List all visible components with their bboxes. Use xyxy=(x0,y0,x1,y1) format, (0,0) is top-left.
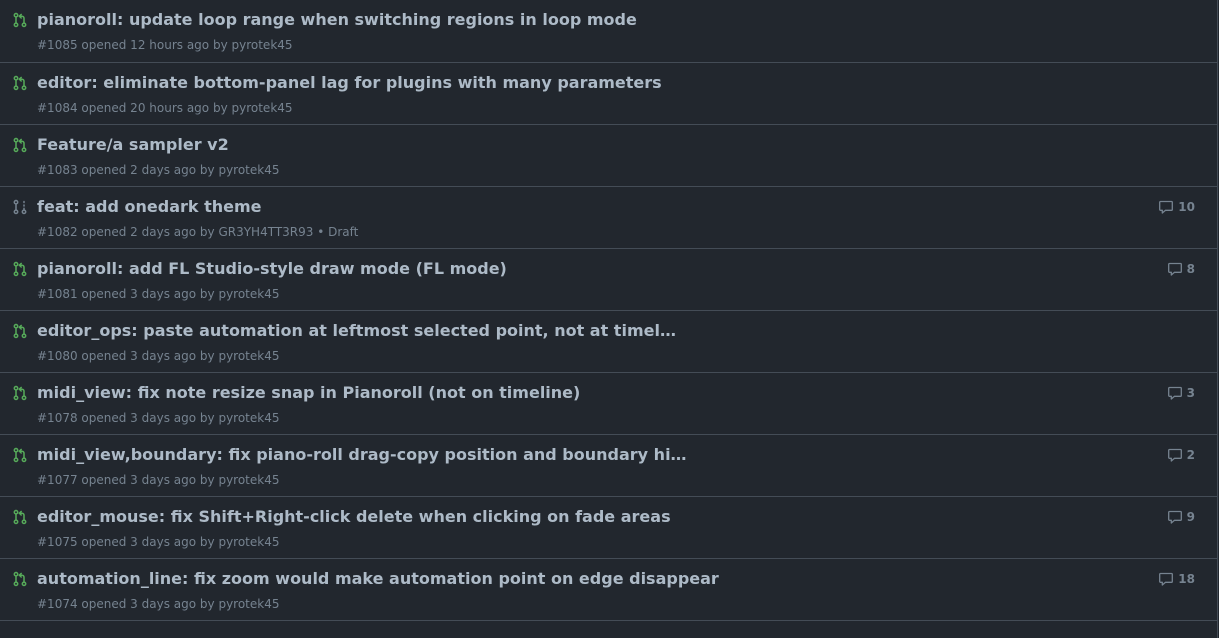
pull-request-row: pianoroll: add FL Studio-style draw mode… xyxy=(0,249,1217,311)
pull-request-title-link[interactable]: midi_view: fix note resize snap in Piano… xyxy=(37,381,580,405)
pull-request-row: Feature/a sampler v2 #1083 opened 2 days… xyxy=(0,125,1217,187)
pull-request-meta: #1082 opened 2 days ago by GR3YH4TT3R93 … xyxy=(37,223,358,241)
git-pull-request-icon xyxy=(12,137,28,153)
pull-request-row: automation_line: fix zoom would make aut… xyxy=(0,559,1217,621)
opened-text: opened 2 days ago by xyxy=(81,225,215,239)
pull-request-list: pianoroll: update loop range when switch… xyxy=(0,0,1218,638)
pull-request-meta: #1081 opened 3 days ago by pyrotek45 xyxy=(37,285,280,303)
pull-request-meta: #1077 opened 3 days ago by pyrotek45 xyxy=(37,471,280,489)
git-pull-request-icon xyxy=(12,12,28,28)
author-link[interactable]: GR3YH4TT3R93 xyxy=(218,225,313,239)
pull-request-number: #1077 xyxy=(37,473,78,487)
comment-icon xyxy=(1167,447,1183,463)
pull-request-title-link[interactable]: editor_ops: paste automation at leftmost… xyxy=(37,319,676,343)
git-pull-request-icon xyxy=(12,447,28,463)
pull-request-title-link[interactable]: Feature/a sampler v2 xyxy=(37,133,229,157)
pull-request-number: #1084 xyxy=(37,101,78,115)
pull-request-meta: #1083 opened 2 days ago by pyrotek45 xyxy=(37,161,280,179)
comment-icon xyxy=(1158,199,1174,215)
author-link[interactable]: pyrotek45 xyxy=(218,411,279,425)
pull-request-title-link[interactable]: feat: add onedark theme xyxy=(37,195,262,219)
pull-request-meta: #1085 opened 12 hours ago by pyrotek45 xyxy=(37,36,293,54)
pull-request-title-link[interactable]: editor_mouse: fix Shift+Right-click dele… xyxy=(37,505,671,529)
comment-icon xyxy=(1167,261,1183,277)
author-link[interactable]: pyrotek45 xyxy=(218,349,279,363)
comment-count-link[interactable]: 2 xyxy=(1167,447,1195,463)
comment-count: 8 xyxy=(1186,262,1195,276)
pull-request-title-link[interactable]: editor: eliminate bottom-panel lag for p… xyxy=(37,71,662,95)
pull-request-meta: #1078 opened 3 days ago by pyrotek45 xyxy=(37,409,280,427)
pull-request-row: editor_mouse: fix Shift+Right-click dele… xyxy=(0,497,1217,559)
comment-count: 10 xyxy=(1178,200,1195,214)
comment-count-link[interactable]: 3 xyxy=(1167,385,1195,401)
pull-request-number: #1075 xyxy=(37,535,78,549)
author-link[interactable]: pyrotek45 xyxy=(218,163,279,177)
comment-icon xyxy=(1167,385,1183,401)
author-link[interactable]: pyrotek45 xyxy=(232,38,293,52)
pull-request-title-link[interactable]: pianoroll: add FL Studio-style draw mode… xyxy=(37,257,507,281)
pull-request-number: #1081 xyxy=(37,287,78,301)
opened-text: opened 2 days ago by xyxy=(81,163,215,177)
pull-request-row: feat: add onedark theme #1082 opened 2 d… xyxy=(0,187,1217,249)
opened-text: opened 3 days ago by xyxy=(81,597,215,611)
author-link[interactable]: pyrotek45 xyxy=(218,535,279,549)
comment-count: 2 xyxy=(1186,448,1195,462)
comment-icon xyxy=(1167,509,1183,525)
opened-text: opened 3 days ago by xyxy=(81,287,215,301)
opened-text: opened 3 days ago by xyxy=(81,411,215,425)
author-link[interactable]: pyrotek45 xyxy=(218,597,279,611)
git-pull-request-icon xyxy=(12,323,28,339)
pull-request-title-link[interactable]: automation_line: fix zoom would make aut… xyxy=(37,567,719,591)
author-link[interactable]: pyrotek45 xyxy=(218,473,279,487)
pull-request-row: pianoroll: update loop range when switch… xyxy=(0,0,1217,63)
git-pull-request-icon xyxy=(12,571,28,587)
pull-request-meta: #1080 opened 3 days ago by pyrotek45 xyxy=(37,347,280,365)
comment-count-link[interactable]: 8 xyxy=(1167,261,1195,277)
pull-request-title-link[interactable]: pianoroll: update loop range when switch… xyxy=(37,8,637,32)
git-pull-request-icon xyxy=(12,75,28,91)
comment-count-link[interactable]: 18 xyxy=(1158,571,1195,587)
pull-request-meta: #1074 opened 3 days ago by pyrotek45 xyxy=(37,595,280,613)
comment-count: 3 xyxy=(1186,386,1195,400)
git-pull-request-draft-icon xyxy=(12,199,28,215)
pull-request-row: editor_ops: paste automation at leftmost… xyxy=(0,311,1217,373)
git-pull-request-icon xyxy=(12,261,28,277)
pull-request-number: #1082 xyxy=(37,225,78,239)
git-pull-request-icon xyxy=(12,385,28,401)
comment-icon xyxy=(1158,571,1174,587)
opened-text: opened 3 days ago by xyxy=(81,349,215,363)
opened-text: opened 20 hours ago by xyxy=(81,101,228,115)
pull-request-number: #1078 xyxy=(37,411,78,425)
opened-text: opened 12 hours ago by xyxy=(81,38,228,52)
opened-text: opened 3 days ago by xyxy=(81,473,215,487)
git-pull-request-icon xyxy=(12,509,28,525)
comment-count-link[interactable]: 10 xyxy=(1158,199,1195,215)
pull-request-title-link[interactable]: midi_view,boundary: fix piano-roll drag-… xyxy=(37,443,687,467)
author-link[interactable]: pyrotek45 xyxy=(218,287,279,301)
opened-text: opened 3 days ago by xyxy=(81,535,215,549)
pull-request-number: #1083 xyxy=(37,163,78,177)
pull-request-row: editor: eliminate bottom-panel lag for p… xyxy=(0,63,1217,125)
pull-request-number: #1085 xyxy=(37,38,78,52)
pull-request-meta: #1075 opened 3 days ago by pyrotek45 xyxy=(37,533,280,551)
author-link[interactable]: pyrotek45 xyxy=(232,101,293,115)
pull-request-meta: #1084 opened 20 hours ago by pyrotek45 xyxy=(37,99,293,117)
pull-request-number: #1074 xyxy=(37,597,78,611)
draft-label: • Draft xyxy=(317,225,359,239)
comment-count: 18 xyxy=(1178,572,1195,586)
comment-count: 9 xyxy=(1186,510,1195,524)
pull-request-number: #1080 xyxy=(37,349,78,363)
pull-request-row: midi_view: fix note resize snap in Piano… xyxy=(0,373,1217,435)
pull-request-row: midi_view,boundary: fix piano-roll drag-… xyxy=(0,435,1217,497)
comment-count-link[interactable]: 9 xyxy=(1167,509,1195,525)
